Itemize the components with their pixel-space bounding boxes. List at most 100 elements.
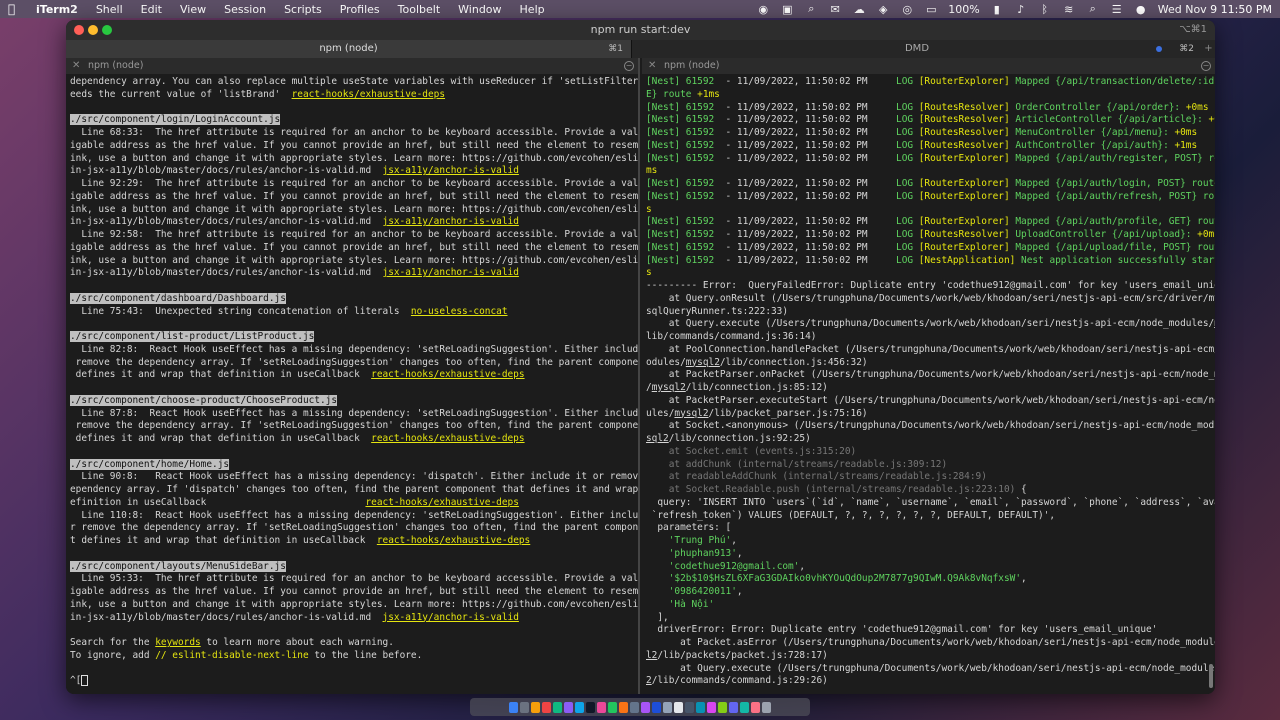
lint-rule-link[interactable]: jsx-a11y/anchor-is-valid xyxy=(383,612,519,623)
tab-dmd[interactable]: DMD ⌘2 xyxy=(632,40,1202,58)
menu-session[interactable]: Session xyxy=(224,3,266,16)
menu-profiles[interactable]: Profiles xyxy=(340,3,380,16)
display-icon[interactable]: ▭ xyxy=(924,3,938,16)
clock[interactable]: Wed Nov 9 11:50 PM xyxy=(1158,3,1272,16)
terminal-text: at Query.execute (/Users/trungphuna/Docu… xyxy=(646,662,1215,674)
terminal-text: Nest application successfully started xyxy=(1021,254,1215,266)
dock-app-icon[interactable] xyxy=(531,701,540,713)
terminal-line: t defines it and wrap that definition in… xyxy=(70,535,638,548)
dock-app-icon[interactable] xyxy=(586,701,595,713)
mail-icon[interactable]: ✉ xyxy=(828,3,842,16)
scrollbar[interactable] xyxy=(1209,664,1213,688)
lint-rule-link[interactable]: react-hooks/exhaustive-deps xyxy=(377,535,530,546)
pane-title: npm (node) xyxy=(88,60,144,71)
pane-menu-icon[interactable]: − xyxy=(624,61,634,71)
dock-app-icon[interactable] xyxy=(740,701,749,713)
lint-rule-link[interactable]: react-hooks/exhaustive-deps xyxy=(292,89,445,100)
pane-menu-icon[interactable]: − xyxy=(1201,61,1211,71)
menu-toolbelt[interactable]: Toolbelt xyxy=(398,3,441,16)
terminal-output[interactable]: [Nest] 61592 - 11/09/2022, 11:50:02 PM L… xyxy=(642,74,1215,688)
dock-app-icon[interactable] xyxy=(674,701,683,713)
dock-app-icon[interactable] xyxy=(564,701,573,713)
dock-app-icon[interactable] xyxy=(685,701,694,713)
terminal-line: Line 82:8: React Hook useEffect has a mi… xyxy=(70,344,638,357)
record-icon[interactable]: ◉ xyxy=(756,3,770,16)
dock-app-icon[interactable] xyxy=(652,701,661,713)
lint-rule-link[interactable]: jsx-a11y/anchor-is-valid xyxy=(383,216,519,227)
terminal-text: Line 68:33: The href attribute is requir… xyxy=(70,127,638,138)
spotlight-icon[interactable]: ⌕ xyxy=(1086,2,1100,16)
terminal-text: defines it and wrap that definition in u… xyxy=(70,369,372,381)
volume-icon[interactable]: ♪ xyxy=(1014,3,1028,16)
battery-icon[interactable]: ▮ xyxy=(990,3,1004,16)
terminal-text: eeds the current value of 'listBrand' xyxy=(70,88,292,100)
file-path: ./src/component/layouts/MenuSideBar.js xyxy=(70,560,286,572)
dock-app-icon[interactable] xyxy=(630,701,639,713)
terminal-text: igable address as the href value. If you… xyxy=(70,139,638,151)
terminal-output[interactable]: dependency array. You can also replace m… xyxy=(66,74,638,688)
dock-app-icon[interactable] xyxy=(509,701,518,713)
bag-icon[interactable]: ◈ xyxy=(876,3,890,16)
wifi-icon[interactable]: ≋ xyxy=(1062,3,1076,16)
dock-app-icon[interactable] xyxy=(729,701,738,713)
lint-rule-link[interactable]: jsx-a11y/anchor-is-valid xyxy=(383,165,519,176)
dock-app-icon[interactable] xyxy=(718,701,727,713)
dock-app-icon[interactable] xyxy=(707,701,716,713)
terminal-text: +0ms xyxy=(1174,127,1198,138)
terminal-text: // eslint-disable-next-line xyxy=(155,649,309,661)
search-status-icon[interactable]: ⌕ xyxy=(804,2,818,16)
vpn-icon[interactable]: ◎ xyxy=(900,3,914,16)
right-pane[interactable]: ✕ npm (node) − [Nest] 61592 - 11/09/2022… xyxy=(642,58,1215,694)
lint-rule-link[interactable]: react-hooks/exhaustive-deps xyxy=(371,433,524,444)
menu-scripts[interactable]: Scripts xyxy=(284,3,322,16)
siri-icon[interactable]: ● xyxy=(1134,3,1148,16)
close-window-button[interactable] xyxy=(74,25,84,35)
bluetooth-icon[interactable]: ᛒ xyxy=(1038,3,1052,16)
terminal-text: driverError: Error: Duplicate entry 'cod… xyxy=(646,624,1158,636)
terminal-text: remove the dependency array. If 'setReLo… xyxy=(70,420,638,432)
lint-rule-link[interactable]: react-hooks/exhaustive-deps xyxy=(365,497,518,508)
apple-icon[interactable]:  xyxy=(8,2,22,16)
lint-rule-link[interactable]: no-useless-concat xyxy=(411,306,508,317)
menu-shell[interactable]: Shell xyxy=(96,3,123,16)
dock-app-icon[interactable] xyxy=(641,701,650,713)
menu-edit[interactable]: Edit xyxy=(141,3,162,16)
dock-app-icon[interactable] xyxy=(696,701,705,713)
camera-icon[interactable]: ▣ xyxy=(780,3,794,16)
control-center-icon[interactable]: ☰ xyxy=(1110,3,1124,16)
terminal-text: [Nest] 61592 xyxy=(646,114,726,126)
terminal-text: 11/09/2022, 11:50:02 PM xyxy=(736,114,868,126)
lint-rule-link[interactable]: keywords xyxy=(155,637,200,648)
dock-app-icon[interactable] xyxy=(575,701,584,713)
dock-app-icon[interactable] xyxy=(553,701,562,713)
close-pane-icon[interactable]: ✕ xyxy=(72,58,80,74)
menu-window[interactable]: Window xyxy=(458,3,501,16)
new-tab-button[interactable]: + xyxy=(1202,40,1215,58)
maximize-window-button[interactable] xyxy=(102,25,112,35)
dock-app-icon[interactable] xyxy=(597,701,606,713)
terminal-line: [Nest] 61592 - 11/09/2022, 11:50:02 PM L… xyxy=(646,242,1215,255)
close-pane-icon[interactable]: ✕ xyxy=(648,58,656,74)
lint-rule-link[interactable]: jsx-a11y/anchor-is-valid xyxy=(383,267,519,278)
terminal-text: ^[ xyxy=(70,675,82,687)
dock-app-icon[interactable] xyxy=(751,701,760,713)
dock-app-icon[interactable] xyxy=(520,701,529,713)
terminal-text: LOG xyxy=(867,114,919,126)
window-titlebar[interactable]: npm run start:dev ⌥⌘1 xyxy=(66,20,1215,40)
menu-view[interactable]: View xyxy=(180,3,206,16)
terminal-text: [Nest] 61592 xyxy=(646,139,726,151)
cloud-icon[interactable]: ☁ xyxy=(852,3,866,16)
dock-app-icon[interactable] xyxy=(762,701,771,713)
app-menu[interactable]: iTerm2 xyxy=(36,3,78,16)
terminal-text: 11/09/2022, 11:50:02 PM xyxy=(736,216,868,228)
dock-app-icon[interactable] xyxy=(663,701,672,713)
minimize-window-button[interactable] xyxy=(88,25,98,35)
dock-app-icon[interactable] xyxy=(542,701,551,713)
dock-app-icon[interactable] xyxy=(619,701,628,713)
tab-npm-node[interactable]: npm (node) ⌘1 xyxy=(66,40,632,58)
dock-app-icon[interactable] xyxy=(608,701,617,713)
left-pane[interactable]: ✕ npm (node) − dependency array. You can… xyxy=(66,58,640,694)
menu-help[interactable]: Help xyxy=(520,3,545,16)
lint-rule-link[interactable]: react-hooks/exhaustive-deps xyxy=(371,369,524,380)
